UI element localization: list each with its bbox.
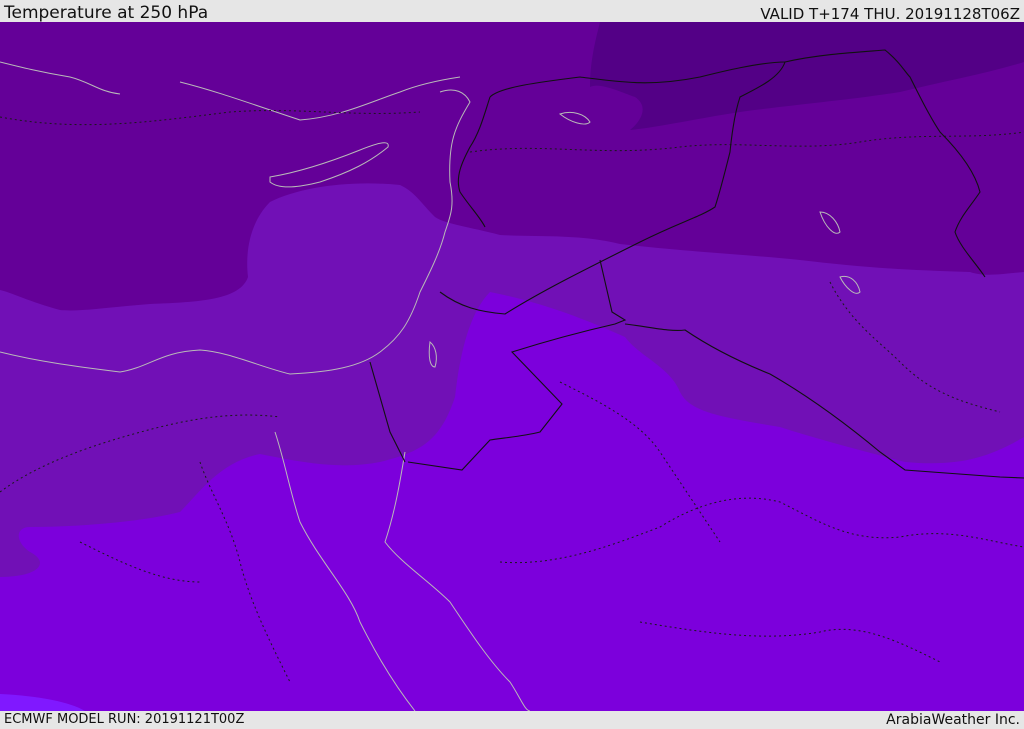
header-bar: Temperature at 250 hPa VALID T+174 THU. … (0, 0, 1024, 23)
footer-bar: ECMWF MODEL RUN: 20191121T00Z ArabiaWeat… (0, 711, 1024, 729)
valid-time-label: VALID T+174 THU. 20191128T06Z (760, 5, 1020, 23)
temperature-map (0, 22, 1024, 711)
credit-label: ArabiaWeather Inc. (886, 712, 1020, 728)
model-run-label: ECMWF MODEL RUN: 20191121T00Z (4, 712, 245, 727)
map-title: Temperature at 250 hPa (4, 3, 209, 23)
